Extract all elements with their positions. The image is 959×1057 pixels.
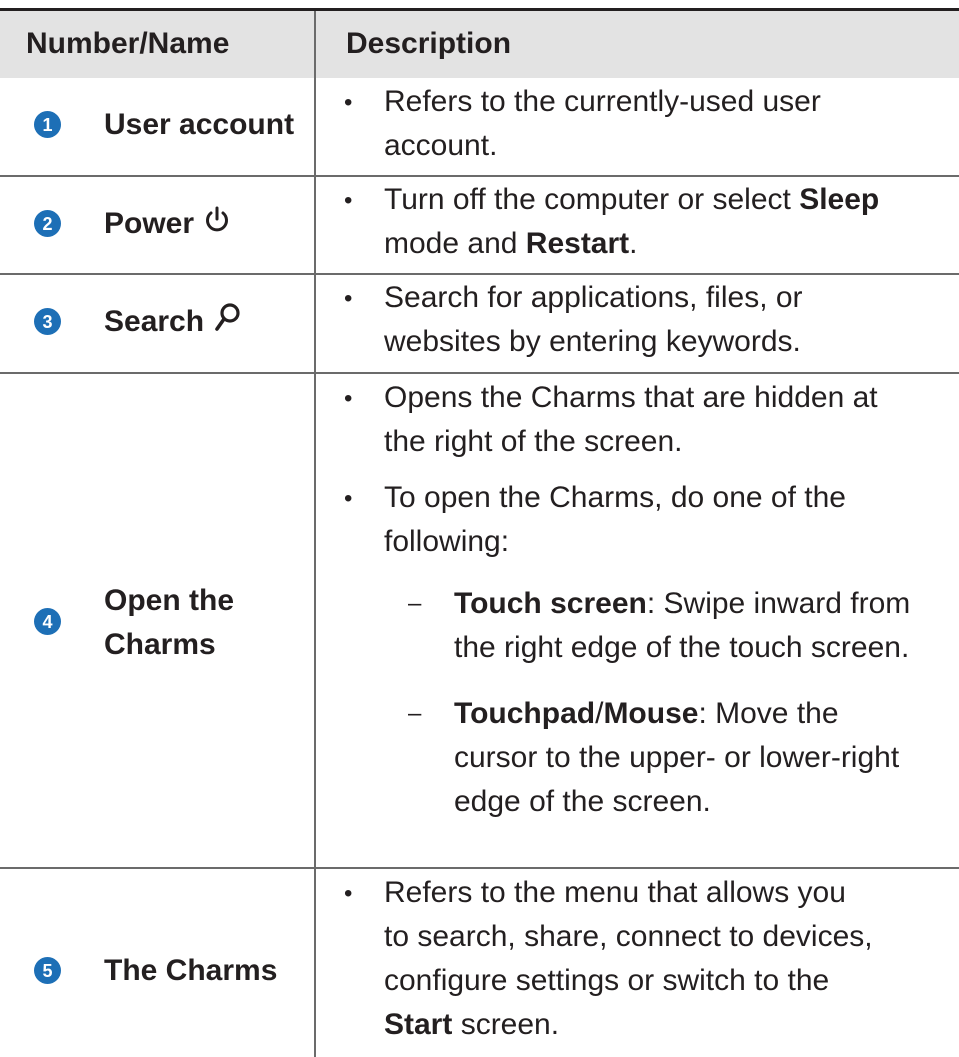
description-line: to search, share, connect to devices, <box>384 920 873 953</box>
description-line: Refers to the menu that allows you <box>384 876 846 909</box>
sub-description-line: cursor to the upper- or lower-right <box>454 741 900 774</box>
column-divider <box>314 11 316 1057</box>
description-line: mode and Restart. <box>384 227 638 260</box>
description-line: the right of the screen. <box>384 425 683 458</box>
row-name-open-charms-line1: Open the <box>104 584 235 617</box>
number-badge-4: 4 <box>34 608 61 635</box>
search-icon <box>214 301 242 345</box>
bullet: • <box>344 285 353 312</box>
description-line: To open the Charms, do one of the <box>384 481 846 514</box>
dash-marker: – <box>408 700 422 727</box>
row-name-power: Power <box>104 202 230 247</box>
row-separator <box>0 273 959 275</box>
row-separator <box>0 175 959 177</box>
number-badge-5: 5 <box>34 957 61 984</box>
description-line: Opens the Charms that are hidden at <box>384 381 878 414</box>
sub-description-line: Touch screen: Swipe inward from <box>454 587 911 620</box>
description-line: Search for applications, files, or <box>384 281 803 314</box>
description-line: following: <box>384 525 510 558</box>
row-name-user-account: User account <box>104 108 295 141</box>
row-separator <box>0 867 959 869</box>
bullet: • <box>344 89 353 116</box>
number-badge-3: 3 <box>34 308 61 335</box>
description-line: Start screen. <box>384 1008 560 1041</box>
number-badge-1: 1 <box>34 111 61 138</box>
description-line: Refers to the currently-used user <box>384 85 821 118</box>
row-name-label: Search <box>104 305 205 338</box>
description-line: websites by entering keywords. <box>384 325 801 358</box>
description-line: Turn off the computer or select Sleep <box>384 183 880 216</box>
bullet: • <box>344 880 353 907</box>
row-name-open-charms-line2: Charms <box>104 628 216 661</box>
row-name-label: Power <box>104 207 195 240</box>
description-line: configure settings or switch to the <box>384 964 830 997</box>
bullet: • <box>344 385 353 412</box>
sub-description-line: edge of the screen. <box>454 785 711 818</box>
header-description: Description <box>346 27 512 60</box>
power-icon <box>204 203 230 247</box>
row-name-search: Search <box>104 300 242 345</box>
header-number-name: Number/Name <box>26 27 230 60</box>
row-separator <box>0 372 959 374</box>
dash-marker: – <box>408 590 422 617</box>
row-name-the-charms: The Charms <box>104 954 278 987</box>
sub-description-line: the right edge of the touch screen. <box>454 631 910 664</box>
bullet: • <box>344 187 353 214</box>
number-badge-2: 2 <box>34 210 61 237</box>
description-line: account. <box>384 129 498 162</box>
bullet: • <box>344 485 353 512</box>
sub-description-line: Touchpad/Mouse: Move the <box>454 697 839 730</box>
